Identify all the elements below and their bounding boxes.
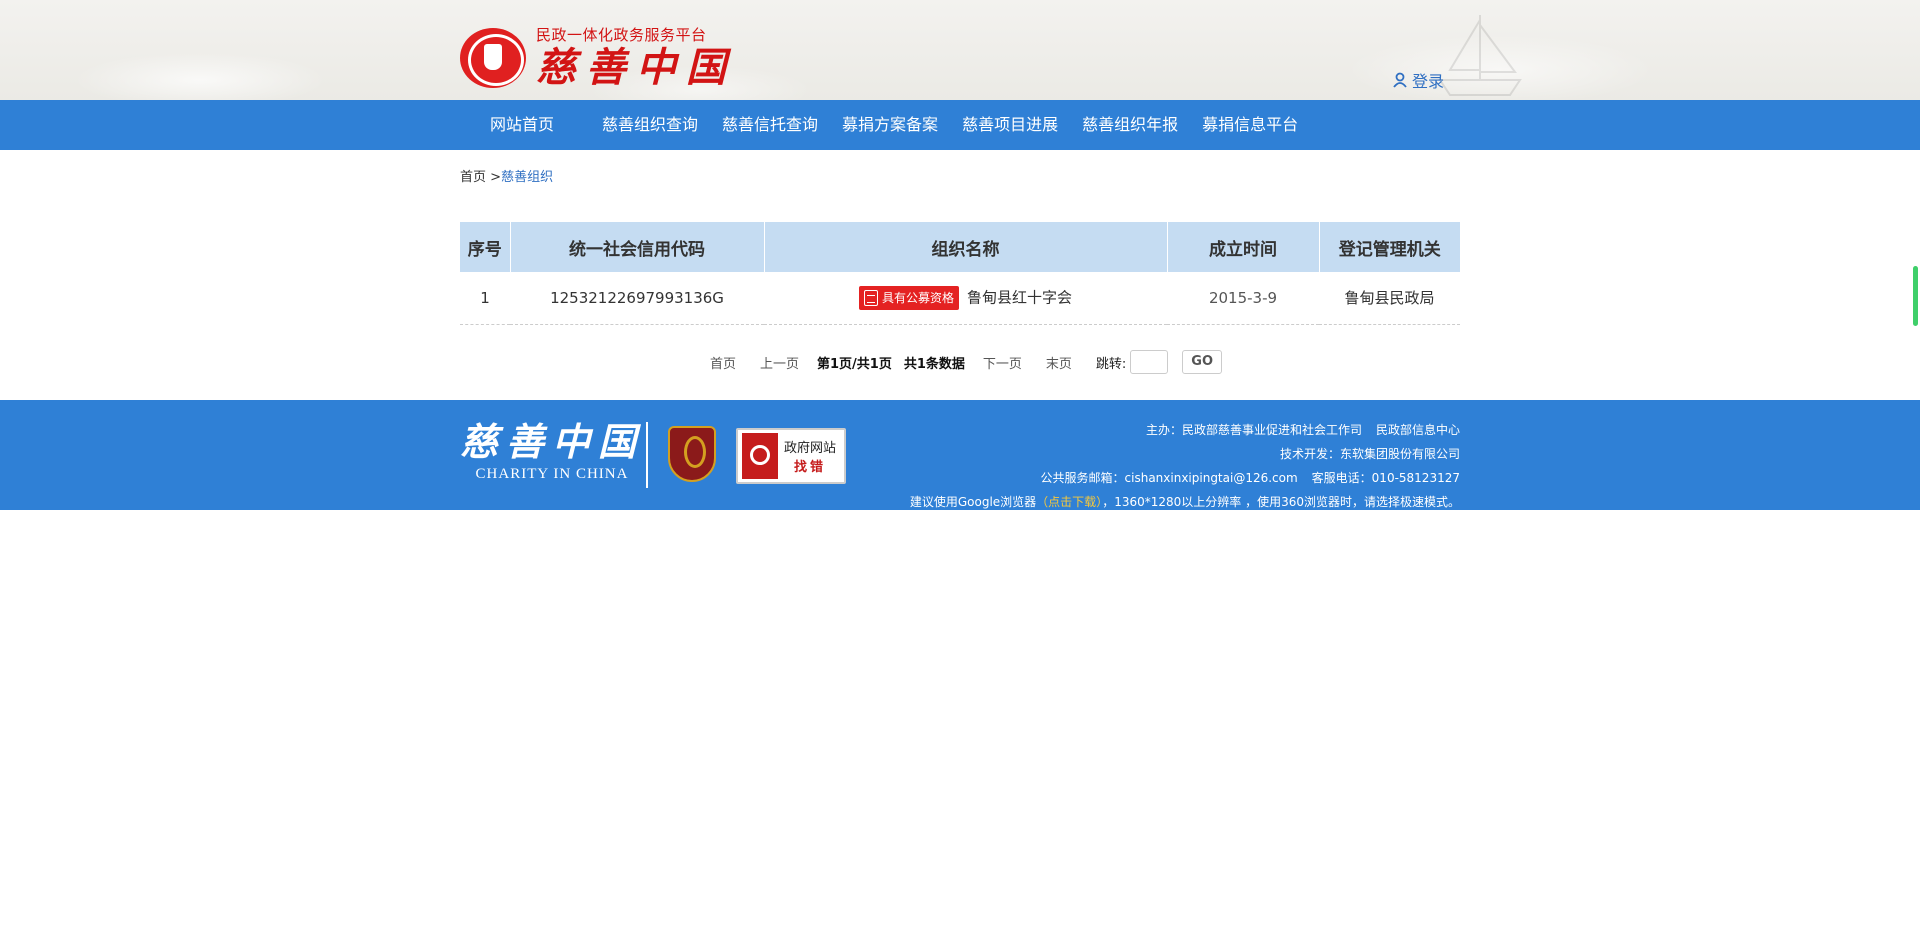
footer-sponsor2: 民政部信息中心	[1375, 422, 1460, 437]
charity-emblem-icon	[460, 27, 526, 88]
pager-prev[interactable]: 上一页	[760, 353, 799, 372]
footer-tech: 技术开发：东软集团股份有限公司	[1279, 446, 1460, 461]
col-header-org-name: 组织名称	[764, 222, 1168, 272]
footer-sponsor: 主办：民政部慈善事业促进和社会工作司	[1145, 422, 1362, 437]
nav-item-home[interactable]: 网站首页	[460, 100, 584, 150]
side-scroll-indicator[interactable]	[1913, 266, 1918, 326]
organization-table: 序号 统一社会信用代码 组织名称 成立时间 登记管理机关 1 125321226…	[460, 222, 1460, 325]
site-footer: 慈善中国 CHARITY IN CHINA 政府网站 找错 主办：民政部慈善事业…	[0, 399, 1920, 510]
logo-title: 慈善中国	[536, 44, 736, 91]
breadcrumb-home[interactable]: 首页	[460, 170, 486, 185]
nav-item-fundraising-platform[interactable]: 募捐信息平台	[1190, 100, 1310, 150]
col-header-index: 序号	[460, 222, 511, 272]
site-header: 民政一体化政务服务平台 慈善中国 登录	[0, 0, 1920, 100]
pager-next[interactable]: 下一页	[983, 353, 1022, 372]
badge-label: 具有公募资格	[881, 291, 954, 306]
table-row[interactable]: 1 12532122697993136G 具有公募资格 鲁甸县红十字会 2015…	[460, 272, 1460, 325]
pager-last[interactable]: 末页	[1046, 353, 1072, 372]
magnifier-icon	[742, 432, 778, 479]
user-icon	[1393, 72, 1407, 88]
nav-item-project-progress[interactable]: 慈善项目进展	[950, 100, 1070, 150]
login-link[interactable]: 登录	[1392, 68, 1444, 92]
pager-page-info: 第1页/共1页	[816, 356, 892, 372]
gov-button-line2: 找错	[794, 459, 827, 475]
login-label: 登录	[1411, 72, 1444, 91]
logo-subtitle: 民政一体化政务服务平台	[536, 26, 707, 44]
gov-site-error-report-button[interactable]: 政府网站 找错	[736, 427, 846, 484]
footer-info: 主办：民政部慈善事业促进和社会工作司 民政部信息中心 技术开发：东软集团股份有限公…	[910, 418, 1460, 514]
footer-divider	[646, 421, 648, 488]
footer-logo-cn: 慈善中国	[460, 418, 645, 464]
footer-logo-en: CHARITY IN CHINA	[475, 465, 629, 482]
party-government-shield-icon[interactable]	[668, 425, 716, 482]
table-header-row: 序号 统一社会信用代码 组织名称 成立时间 登记管理机关	[460, 222, 1460, 272]
nav-item-fundraising-filing[interactable]: 募捐方案备案	[830, 100, 950, 150]
pager-go-button[interactable]: GO	[1182, 350, 1223, 374]
pager-total: 共1条数据	[903, 356, 965, 372]
cell-credit-code: 12532122697993136G	[510, 272, 764, 325]
pager-first[interactable]: 首页	[710, 353, 736, 372]
browser-download-link[interactable]: （点击下载）	[1036, 495, 1102, 509]
breadcrumb-separator: >	[490, 170, 502, 185]
main-nav: 网站首页 慈善组织查询 慈善信托查询 募捐方案备案 慈善项目进展 慈善组织年报 …	[0, 100, 1920, 150]
nav-item-annual-report[interactable]: 慈善组织年报	[1070, 100, 1190, 150]
cell-org-name: 具有公募资格 鲁甸县红十字会	[764, 272, 1167, 325]
footer-tip-suffix: ，1360*1280以上分辨率 ，使用360浏览器时，请选择极速模式。	[1102, 494, 1460, 509]
pagination: 首页 上一页 第1页/共1页 共1条数据 下一页 末页 跳转: GO	[460, 325, 1460, 400]
pager-jump-label: 跳转:	[1095, 356, 1127, 372]
cell-founded: 2015-3-9	[1167, 272, 1319, 325]
cell-authority: 鲁甸县民政局	[1319, 272, 1460, 325]
footer-phone: 客服电话：010-58123127	[1311, 470, 1460, 485]
pager-jump-input[interactable]	[1130, 350, 1169, 374]
site-logo[interactable]: 民政一体化政务服务平台 慈善中国	[460, 24, 736, 91]
footer-logo: 慈善中国 CHARITY IN CHINA	[460, 418, 645, 483]
document-icon	[863, 289, 878, 306]
breadcrumb: 首页 >慈善组织	[460, 150, 1460, 222]
gov-button-line1: 政府网站	[784, 440, 837, 456]
col-header-founded: 成立时间	[1167, 222, 1320, 272]
footer-email: 公共服务邮箱：cishanxinxipingtai@126.com	[1040, 470, 1298, 485]
col-header-authority: 登记管理机关	[1319, 222, 1460, 272]
col-header-credit-code: 统一社会信用代码	[510, 222, 765, 272]
nav-item-trust-query[interactable]: 慈善信托查询	[710, 100, 830, 150]
public-fundraising-badge: 具有公募资格	[858, 285, 959, 310]
cell-index: 1	[460, 272, 510, 325]
breadcrumb-current[interactable]: 慈善组织	[501, 170, 553, 185]
footer-tip-prefix: 建议使用Google浏览器	[909, 494, 1037, 509]
nav-item-org-query[interactable]: 慈善组织查询	[590, 100, 710, 150]
org-name-link[interactable]: 鲁甸县红十字会	[967, 288, 1072, 306]
